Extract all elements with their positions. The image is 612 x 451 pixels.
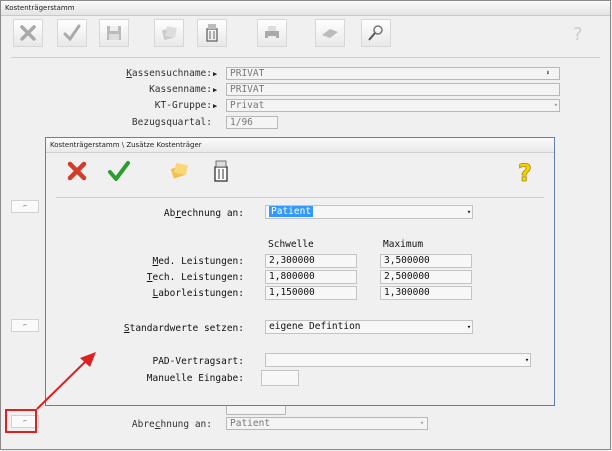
copy-icon [161,26,177,41]
pointer-icon: ▶ [213,86,218,94]
med-leistungen-label: Med. Leistungen: [152,256,244,267]
labor-schwelle-field[interactable]: 1,150000 [265,286,357,300]
side-button[interactable]: ⌐ [11,200,39,213]
ok-icon [108,161,130,181]
search-icon [368,25,383,41]
selected-value: Patient [269,206,314,217]
side-button[interactable]: ⌐ [11,319,39,332]
dropdown-icon[interactable]: ⬇ [542,67,554,80]
chevron-down-icon[interactable]: ▾ [550,99,562,112]
delete-icon [20,25,36,41]
save-icon [107,26,121,40]
kassensuchname-field[interactable]: PRIVAT [226,67,560,80]
pad-vertragsart-label: PAD-Vertragsart: [152,356,244,367]
delete-button[interactable] [13,19,43,47]
dialog-separator [56,197,544,198]
pad-vertragsart-select[interactable] [265,353,531,367]
bezugsquartal-field[interactable]: 1/96 [226,116,278,129]
trash-icon [214,160,228,182]
dialog-title: Kostenträgerstamm \ Zusätze Kostenträger [46,138,554,153]
obscured-field[interactable] [226,406,286,415]
chevron-down-icon[interactable]: ▾ [464,320,474,334]
save-button[interactable] [99,19,129,47]
pointer-icon: ▶ [213,102,218,110]
kassensuchname-label: Kassensuchname: [126,68,212,79]
abrechnung-label: Abrechnung an: [131,419,212,430]
col-schwelle: Schwelle [268,239,314,250]
dialog-delete-button[interactable] [56,156,98,186]
kassenname-label: Kassenname: [149,84,212,95]
window-title: Kostenträgerstamm [1,1,610,16]
dialog-help-button[interactable]: ? [504,156,546,186]
laborleistungen-label: Laborleistungen: [152,288,244,299]
delete-icon [67,161,87,181]
trash-button[interactable] [197,19,227,47]
tech-maximum-field[interactable]: 2,500000 [380,270,472,284]
print-button[interactable] [257,19,287,47]
dialog-abrechnung-select[interactable]: Patient [265,205,473,219]
standardwerte-label: Standardwerte setzen: [123,323,244,334]
help-icon: ? [518,159,533,183]
dialog-abrechnung-label: Abrechnung an: [163,208,244,219]
copy-button[interactable] [154,19,184,47]
main-toolbar: ? [1,16,610,50]
chevron-down-icon[interactable]: ▾ [464,205,474,219]
ok-icon [63,24,81,42]
kt-gruppe-select[interactable]: Privat [226,99,560,112]
svg-text:?: ? [518,159,532,183]
svg-text:?: ? [573,24,583,43]
eraser-button[interactable] [315,19,345,47]
bezugsquartal-label: Bezugsquartal: [131,117,212,128]
help-icon: ? [573,24,583,43]
pointer-icon: ▶ [213,70,218,78]
tech-schwelle-field[interactable]: 1,800000 [265,270,357,284]
manuelle-eingabe-field[interactable] [261,370,299,386]
dialog-ok-button[interactable] [98,156,140,186]
labor-maximum-field[interactable]: 1,300000 [380,286,472,300]
dialog-trash-button[interactable] [200,156,242,186]
help-button[interactable]: ? [563,19,593,47]
zusatz-dialog: Kostenträgerstamm \ Zusätze Kostenträger… [45,137,555,406]
trash-icon [206,24,218,42]
highlight-box [5,409,37,433]
kt-gruppe-label: KT-Gruppe: [154,100,212,111]
manuelle-eingabe-label: Manuelle Eingabe: [146,373,244,384]
chevron-down-icon[interactable]: ▾ [416,417,428,430]
copy-icon [170,162,188,179]
chevron-down-icon[interactable]: ▾ [522,353,532,367]
ok-button[interactable] [57,19,87,47]
standardwerte-select[interactable]: eigene Defintion [265,320,473,334]
abrechnung-select[interactable]: Patient [226,417,428,430]
med-maximum-field[interactable]: 3,500000 [380,254,472,268]
printer-icon [265,26,279,40]
dialog-copy-button[interactable] [158,156,200,186]
med-schwelle-field[interactable]: 2,300000 [265,254,357,268]
col-maximum: Maximum [383,239,424,250]
eraser-icon [322,29,338,38]
search-button[interactable] [361,19,391,47]
separator [11,57,600,58]
kassenname-field[interactable]: PRIVAT [226,83,560,96]
tech-leistungen-label: Tech. Leistungen: [146,272,244,283]
